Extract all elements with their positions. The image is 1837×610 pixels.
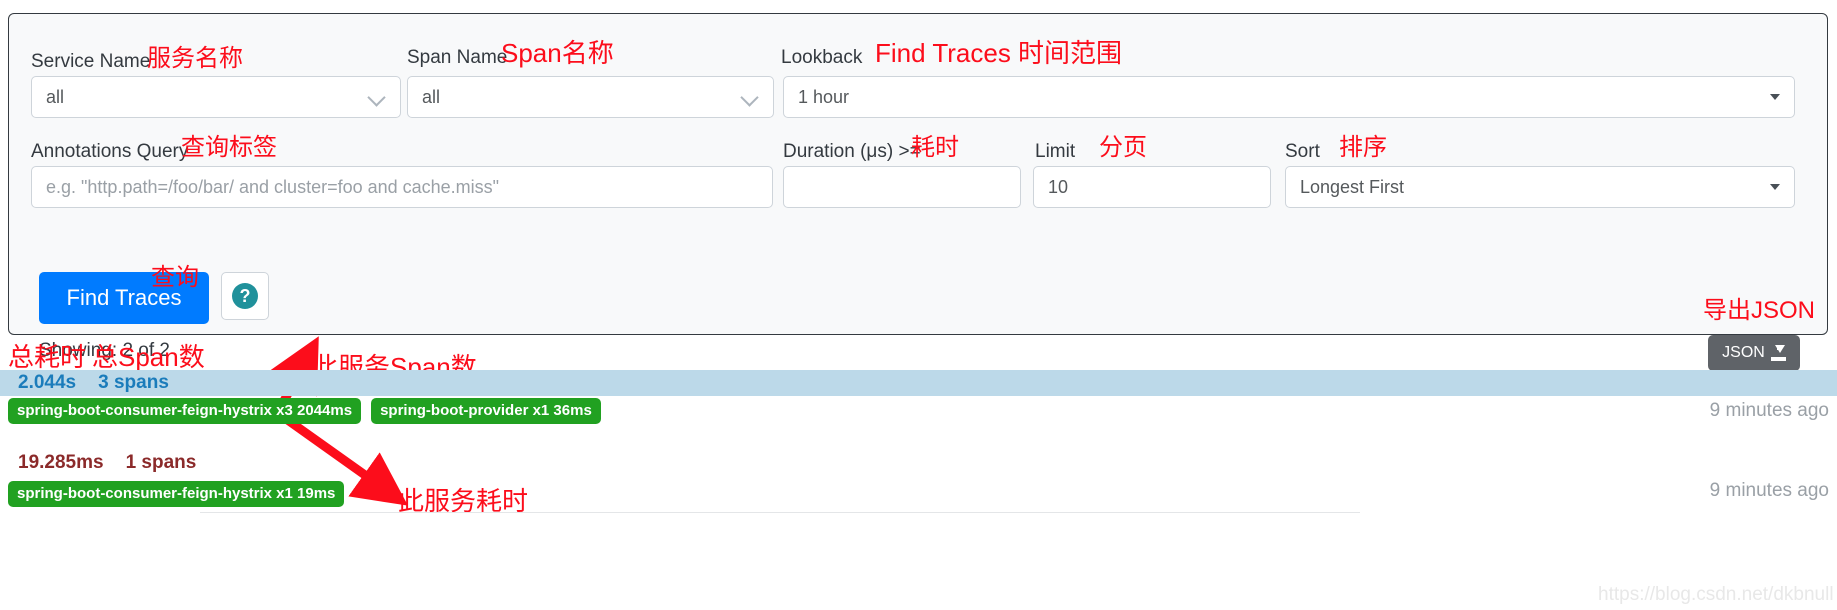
sort-value: Longest First: [1300, 176, 1405, 197]
annotations-query-input[interactable]: e.g. "http.path=/foo/bar/ and cluster=fo…: [31, 166, 773, 208]
trace-timestamp: 9 minutes ago: [1709, 400, 1829, 421]
trace-span-count: 3 spans: [98, 372, 169, 393]
span-name-annotation: Span名称: [501, 38, 614, 68]
duration-annotation: 耗时: [911, 134, 959, 161]
service-tag[interactable]: spring-boot-consumer-feign-hystrix x1 19…: [8, 481, 345, 507]
arrow-to-service-duration: [279, 412, 408, 506]
chevron-down-icon: [368, 88, 386, 106]
trace-summary[interactable]: 2.044s 3 spans: [0, 370, 1837, 396]
caret-down-icon: [1770, 94, 1780, 100]
annotations-query-placeholder: e.g. "http.path=/foo/bar/ and cluster=fo…: [46, 176, 500, 197]
duration-input[interactable]: [783, 166, 1021, 208]
trace-span-count: 1 spans: [125, 452, 197, 473]
limit-value: 10: [1048, 176, 1069, 197]
service-name-value: all: [46, 86, 65, 107]
limit-input[interactable]: 10: [1033, 166, 1271, 208]
annotations-query-label: Annotations Query: [31, 141, 189, 162]
help-button[interactable]: ?: [221, 272, 269, 320]
limit-annotation: 分页: [1099, 134, 1147, 161]
total-spans-annotation: 总Span数: [92, 342, 205, 372]
span-name-label: Span Name: [407, 47, 508, 68]
service-name-label: Service Name: [31, 51, 151, 72]
json-export-annotation: 导出JSON: [1703, 297, 1816, 324]
span-name-select[interactable]: all: [407, 76, 774, 118]
sort-select[interactable]: Longest First: [1285, 166, 1795, 208]
trace-timestamp: 9 minutes ago: [1709, 480, 1829, 501]
limit-label: Limit: [1035, 141, 1076, 162]
json-download-button[interactable]: JSON: [1708, 335, 1800, 371]
lookback-annotation: Find Traces 时间范围: [875, 38, 1123, 68]
caret-down-icon: [1770, 184, 1780, 190]
watermark: https://blog.csdn.net/dkbnull: [1598, 584, 1834, 605]
lookback-label: Lookback: [781, 47, 863, 68]
trace-service-tags: spring-boot-consumer-feign-hystrix x3 20…: [0, 398, 601, 424]
find-traces-annotation: 查询: [151, 264, 199, 291]
duration-label: Duration (μs) >=: [783, 141, 921, 162]
service-name-annotation: 服务名称: [147, 45, 243, 72]
question-mark-icon: ?: [232, 283, 258, 309]
trace-summary[interactable]: 19.285ms 1 spans: [0, 450, 196, 476]
zipkin-search-page: Service Name 服务名称 Span Name Span名称 Lookb…: [0, 0, 1837, 610]
trace-duration: 2.044s: [18, 372, 77, 393]
sort-annotation: 排序: [1339, 134, 1387, 161]
lookback-select[interactable]: 1 hour: [783, 76, 1795, 118]
total-duration-annotation: 总耗时: [8, 342, 87, 372]
trace-service-tags: spring-boot-consumer-feign-hystrix x1 19…: [0, 481, 345, 507]
service-tag[interactable]: spring-boot-consumer-feign-hystrix x3 20…: [8, 398, 362, 424]
lookback-value: 1 hour: [798, 86, 850, 107]
trace-duration: 19.285ms: [18, 452, 104, 473]
chevron-down-icon: [741, 88, 759, 106]
service-name-select[interactable]: all: [31, 76, 401, 118]
trace-divider: [200, 512, 1360, 513]
service-duration-annotation: 此服务耗时: [398, 486, 529, 516]
service-tag[interactable]: spring-boot-provider x1 36ms: [371, 398, 601, 424]
download-icon: [1770, 345, 1786, 361]
span-name-value: all: [422, 86, 441, 107]
annotations-query-annotation: 查询标签: [181, 134, 277, 161]
sort-label: Sort: [1285, 141, 1320, 162]
search-panel: Service Name 服务名称 Span Name Span名称 Lookb…: [8, 13, 1828, 391]
json-button-label: JSON: [1722, 344, 1765, 361]
